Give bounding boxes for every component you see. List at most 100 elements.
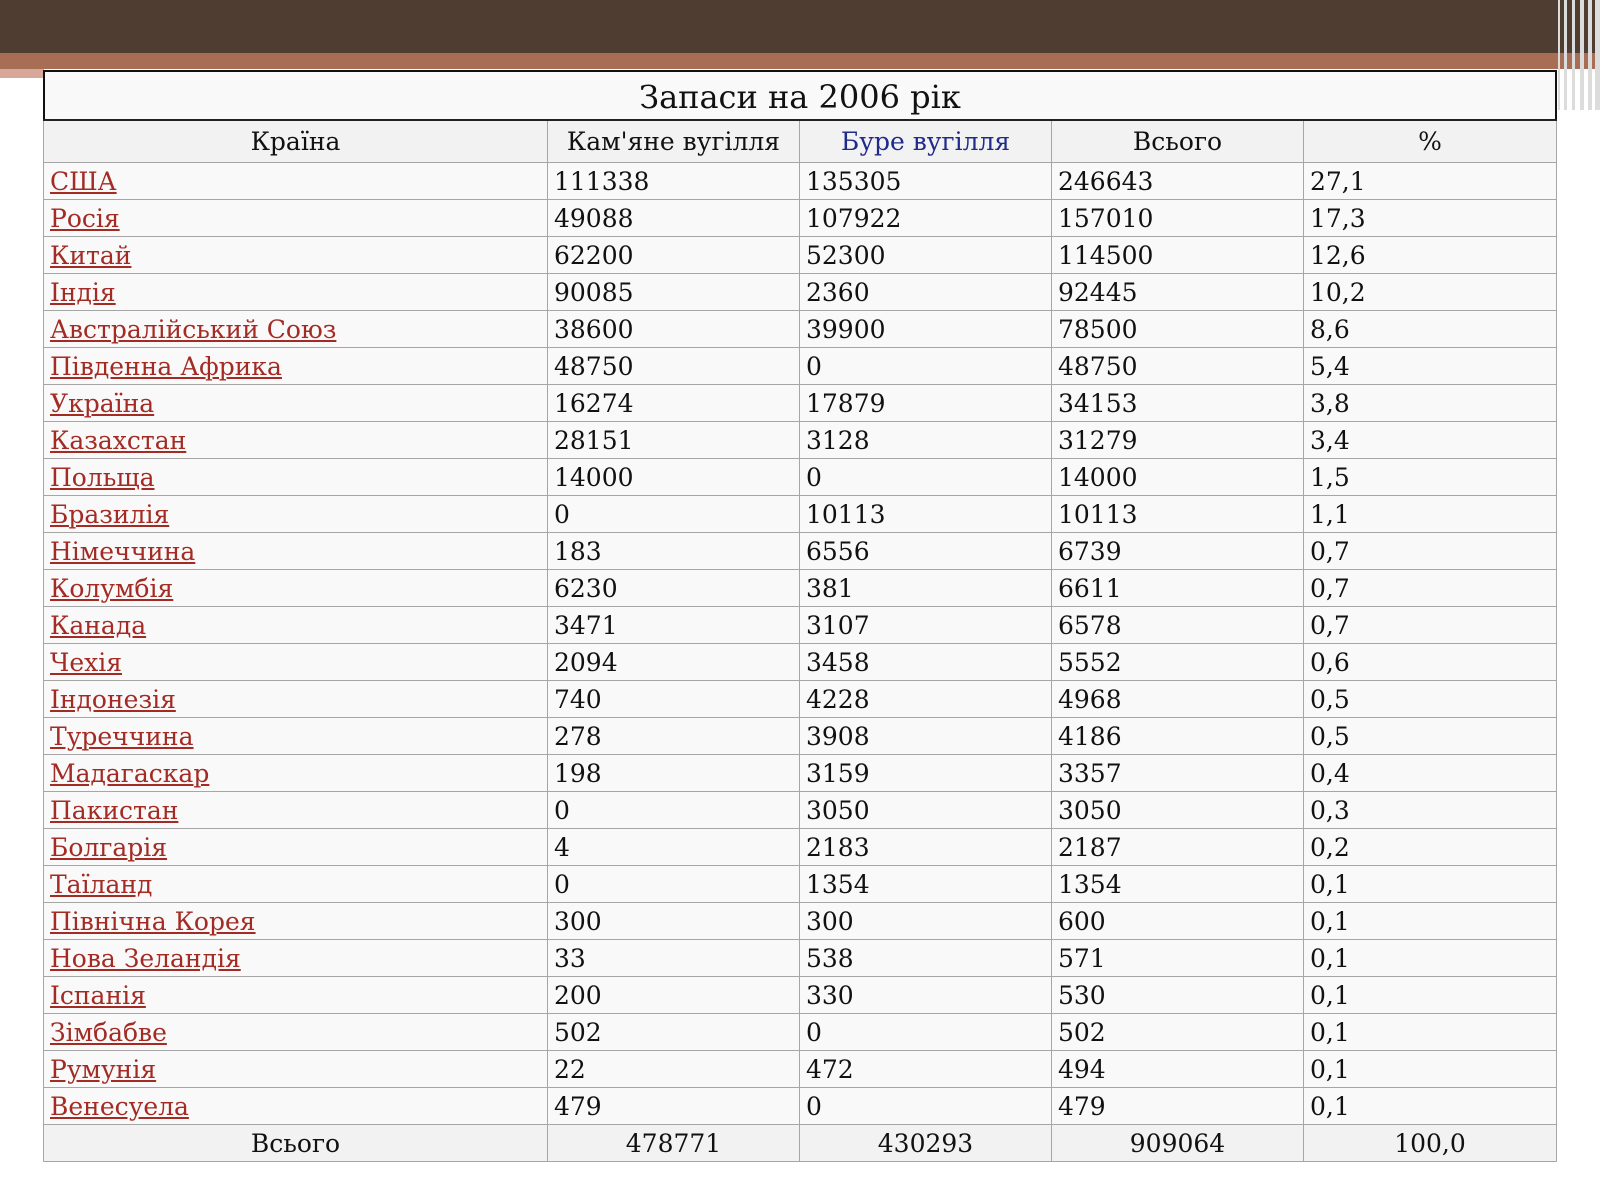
percent-cell: 27,1: [1303, 162, 1557, 200]
total-percent: 100,0: [1303, 1124, 1557, 1162]
coal-reserves-table: Запаси на 2006 рік Країна Кам'яне вугілл…: [43, 70, 1557, 1162]
total-brown-coal: 430293: [799, 1124, 1052, 1162]
hard-coal-cell: 278: [547, 717, 800, 755]
brown-coal-cell: 2183: [799, 828, 1052, 866]
hard-coal-cell: 28151: [547, 421, 800, 459]
table-title: Запаси на 2006 рік: [43, 70, 1557, 119]
country-link[interactable]: Північна Корея: [50, 907, 256, 936]
country-link[interactable]: Казахстан: [50, 426, 186, 455]
brown-coal-cell: 0: [799, 1013, 1052, 1051]
percent-cell: 0,1: [1303, 939, 1557, 977]
country-cell: Польща: [43, 458, 548, 496]
country-link[interactable]: Таїланд: [50, 870, 152, 899]
brown-coal-cell: 3908: [799, 717, 1052, 755]
country-cell: Колумбія: [43, 569, 548, 607]
country-link[interactable]: Південна Африка: [50, 352, 282, 381]
country-cell: Пакистан: [43, 791, 548, 829]
country-link[interactable]: Бразилія: [50, 500, 169, 529]
country-link[interactable]: Зімбабве: [50, 1018, 167, 1047]
country-cell: Казахстан: [43, 421, 548, 459]
hard-coal-cell: 740: [547, 680, 800, 718]
total-cell: 600: [1051, 902, 1304, 940]
hard-coal-cell: 2094: [547, 643, 800, 681]
country-cell: Туреччина: [43, 717, 548, 755]
table-row: Болгарія 4 2183 2187 0,2: [43, 828, 1557, 866]
table-row: Нова Зеландія 33 538 571 0,1: [43, 939, 1557, 977]
table-row: Таїланд 0 1354 1354 0,1: [43, 865, 1557, 903]
country-link[interactable]: США: [50, 167, 117, 196]
hard-coal-cell: 198: [547, 754, 800, 792]
brown-coal-cell: 107922: [799, 199, 1052, 237]
country-cell: Бразилія: [43, 495, 548, 533]
country-cell: Індонезія: [43, 680, 548, 718]
total-cell: 6611: [1051, 569, 1304, 607]
brown-coal-cell: 17879: [799, 384, 1052, 422]
brown-coal-cell: 52300: [799, 236, 1052, 274]
brown-coal-cell: 10113: [799, 495, 1052, 533]
brown-coal-cell: 381: [799, 569, 1052, 607]
country-cell: Німеччина: [43, 532, 548, 570]
percent-cell: 0,1: [1303, 1013, 1557, 1051]
table-row: Пакистан 0 3050 3050 0,3: [43, 791, 1557, 829]
table-row: Німеччина 183 6556 6739 0,7: [43, 532, 1557, 570]
country-cell: США: [43, 162, 548, 200]
table-row: США 111338 135305 246643 27,1: [43, 162, 1557, 200]
header-total: Всього: [1051, 119, 1304, 163]
hard-coal-cell: 200: [547, 976, 800, 1014]
table-row: Австралійський Союз 38600 39900 78500 8,6: [43, 310, 1557, 348]
country-link[interactable]: Чехія: [50, 648, 122, 677]
total-cell: 6578: [1051, 606, 1304, 644]
percent-cell: 12,6: [1303, 236, 1557, 274]
table-body: США 111338 135305 246643 27,1 Росія 49088 10792…: [43, 162, 1557, 1125]
country-link[interactable]: Індія: [50, 278, 116, 307]
country-link[interactable]: Польща: [50, 463, 155, 492]
total-cell: 157010: [1051, 199, 1304, 237]
country-link[interactable]: Іспанія: [50, 981, 146, 1010]
country-link[interactable]: Пакистан: [50, 796, 178, 825]
table-row: Україна 16274 17879 34153 3,8: [43, 384, 1557, 422]
country-link[interactable]: Болгарія: [50, 833, 167, 862]
country-link[interactable]: Венесуела: [50, 1092, 189, 1121]
country-link[interactable]: Канада: [50, 611, 146, 640]
percent-cell: 0,6: [1303, 643, 1557, 681]
hard-coal-cell: 16274: [547, 384, 800, 422]
country-link[interactable]: Австралійський Союз: [50, 315, 336, 344]
country-link[interactable]: Росія: [50, 204, 120, 233]
brown-coal-cell: 472: [799, 1050, 1052, 1088]
country-link[interactable]: Індонезія: [50, 685, 176, 714]
hard-coal-cell: 6230: [547, 569, 800, 607]
slide-accent-stripe-light: [0, 69, 44, 78]
total-label: Всього: [43, 1124, 548, 1162]
country-link[interactable]: Китай: [50, 241, 131, 270]
country-cell: Китай: [43, 236, 548, 274]
country-link[interactable]: Мадагаскар: [50, 759, 209, 788]
table-row: Іспанія 200 330 530 0,1: [43, 976, 1557, 1014]
brown-coal-cell: 300: [799, 902, 1052, 940]
brown-coal-cell: 0: [799, 1087, 1052, 1125]
country-cell: Таїланд: [43, 865, 548, 903]
table-row: Індонезія 740 4228 4968 0,5: [43, 680, 1557, 718]
country-link[interactable]: Румунія: [50, 1055, 156, 1084]
country-link[interactable]: Туреччина: [50, 722, 193, 751]
coal-reserves-table-wrapper: Запаси на 2006 рік Країна Кам'яне вугілл…: [43, 70, 1557, 1162]
percent-cell: 0,7: [1303, 569, 1557, 607]
country-link[interactable]: Німеччина: [50, 537, 195, 566]
table-row: Зімбабве 502 0 502 0,1: [43, 1013, 1557, 1051]
total-cell: 3050: [1051, 791, 1304, 829]
percent-cell: 0,4: [1303, 754, 1557, 792]
country-link[interactable]: Україна: [50, 389, 154, 418]
percent-cell: 0,3: [1303, 791, 1557, 829]
hard-coal-cell: 502: [547, 1013, 800, 1051]
total-cell: 10113: [1051, 495, 1304, 533]
percent-cell: 10,2: [1303, 273, 1557, 311]
hard-coal-cell: 4: [547, 828, 800, 866]
country-cell: Україна: [43, 384, 548, 422]
country-link[interactable]: Нова Зеландія: [50, 944, 241, 973]
country-link[interactable]: Колумбія: [50, 574, 173, 603]
country-cell: Північна Корея: [43, 902, 548, 940]
table-row: Колумбія 6230 381 6611 0,7: [43, 569, 1557, 607]
percent-cell: 0,7: [1303, 532, 1557, 570]
hard-coal-cell: 90085: [547, 273, 800, 311]
total-cell: 2187: [1051, 828, 1304, 866]
brown-coal-cell: 39900: [799, 310, 1052, 348]
